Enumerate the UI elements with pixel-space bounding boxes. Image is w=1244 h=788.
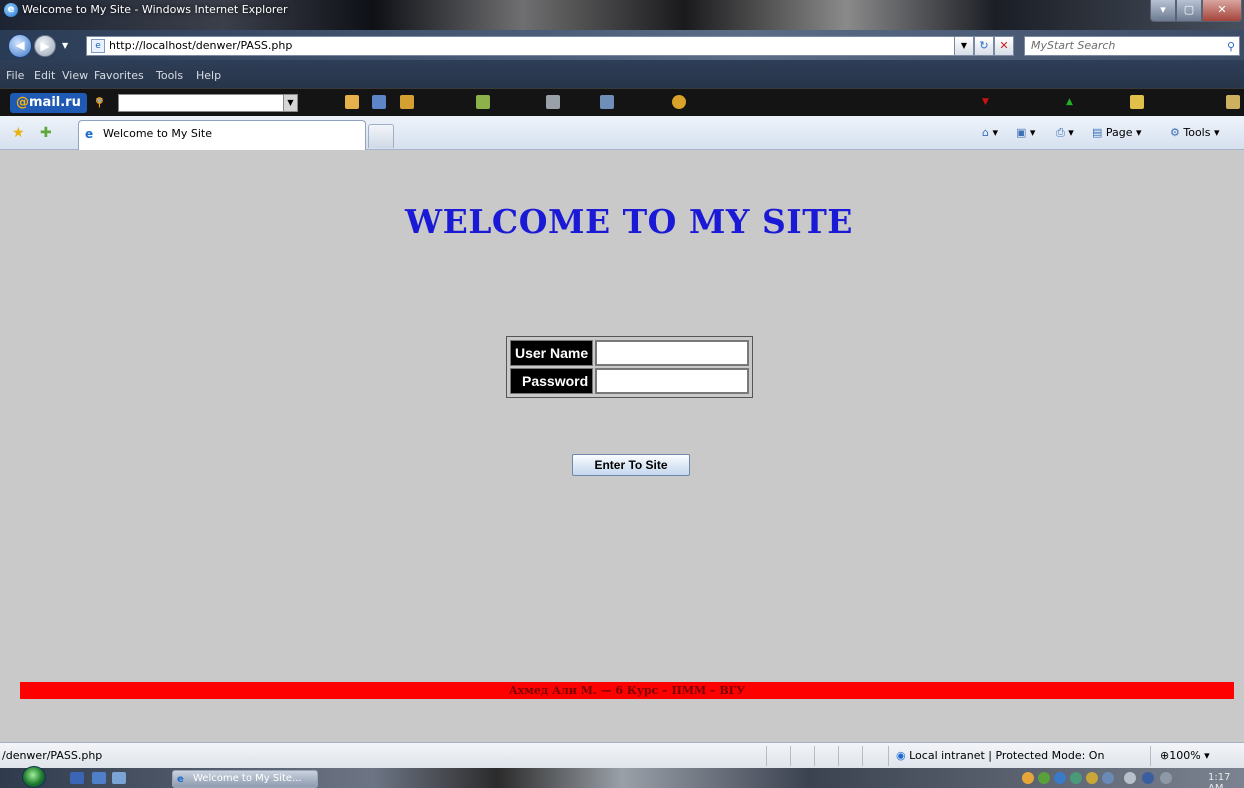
page-title: WELCOME TO MY SITE <box>405 202 853 241</box>
taskbar-item-ie[interactable]: e Welcome to My Site... <box>172 770 318 788</box>
status-bar: /denwer/PASS.php ◉ Local intranet | Prot… <box>0 742 1244 768</box>
address-text: http://localhost/denwer/PASS.php <box>109 39 293 52</box>
security-zone[interactable]: ◉ Local intranet | Protected Mode: On <box>896 749 1104 762</box>
ie-page-icon: e <box>85 127 94 141</box>
footer-bar: Ахмед Али М. — 6 Курс – ПММ – ВГУ <box>20 682 1234 699</box>
status-divider <box>838 746 839 766</box>
feeds-button[interactable]: ▣ ▾ <box>1016 126 1035 139</box>
ie-task-icon: e <box>177 774 184 785</box>
address-field[interactable]: e http://localhost/denwer/PASS.php <box>86 36 964 56</box>
zoom-level[interactable]: ⊕100% ▾ <box>1160 749 1210 762</box>
tray-icon[interactable] <box>1022 772 1034 784</box>
answers-icon[interactable] <box>476 95 490 109</box>
zoom-icon: ⊕ <box>1160 749 1170 762</box>
start-button[interactable] <box>22 766 46 788</box>
search-icon[interactable]: ⚲ <box>1227 38 1235 56</box>
menu-favorites[interactable]: Favorites <box>94 69 144 82</box>
new-tab-button[interactable] <box>368 124 394 148</box>
page-icon: e <box>91 39 105 53</box>
rate-down-icon: ▼ <box>982 97 989 107</box>
enter-site-button[interactable]: Enter To Site <box>572 454 690 476</box>
refresh-button[interactable]: ↻ <box>974 36 994 56</box>
menu-edit[interactable]: Edit <box>34 69 55 82</box>
tab-label: Welcome to My Site <box>103 127 212 140</box>
switch-windows-icon[interactable] <box>92 772 106 784</box>
tray-icon[interactable] <box>1070 772 1082 784</box>
options-icon[interactable] <box>1226 95 1240 109</box>
username-field[interactable] <box>596 341 749 365</box>
menu-help[interactable]: Help <box>196 69 221 82</box>
mailru-search-input[interactable]: ⚲ ▼ <box>95 94 298 112</box>
tray-icon[interactable] <box>1124 772 1136 784</box>
status-divider <box>814 746 815 766</box>
volume-icon[interactable] <box>1160 772 1172 784</box>
search-input[interactable]: MyStart Search ⚲ <box>1024 36 1240 56</box>
mailru-toolbar: @mail.ru ▼ ⚲ ▼ ▼ ▲ <box>0 88 1244 116</box>
print-button[interactable]: ⎙ ▾ <box>1056 126 1074 140</box>
title-bar: e Welcome to My Site - Windows Internet … <box>0 0 1244 30</box>
show-desktop-icon[interactable] <box>70 772 84 784</box>
status-divider <box>766 746 767 766</box>
tab-welcome[interactable]: e Welcome to My Site <box>78 120 366 150</box>
search-placeholder: MyStart Search <box>1031 39 1116 52</box>
games-icon[interactable] <box>672 95 686 109</box>
weather-icon[interactable] <box>1130 95 1144 109</box>
password-field[interactable] <box>596 369 749 393</box>
page-menu-icon: ▤ <box>1092 126 1103 139</box>
forward-button[interactable]: ▶ <box>34 35 56 57</box>
address-dropdown-button[interactable]: ▼ <box>954 36 974 56</box>
favorites-center-icon[interactable]: ★ <box>12 125 25 141</box>
tab-row: ★ ✚ e Welcome to My Site ⌂ ▾ ▣ ▾ ⎙ ▾ ▤ P… <box>0 116 1244 150</box>
tray-icon[interactable] <box>1102 772 1114 784</box>
username-label: User Name <box>510 340 594 366</box>
status-divider <box>1150 746 1151 766</box>
menu-view[interactable]: View <box>62 69 88 82</box>
mailru-search-icon: ⚲ <box>95 95 104 109</box>
tray-icon[interactable] <box>1086 772 1098 784</box>
status-divider <box>862 746 863 766</box>
mailru-search-dropdown-icon[interactable]: ▼ <box>283 95 297 111</box>
feeds-icon: ▣ <box>1016 126 1027 139</box>
recent-pages-dropdown-icon[interactable]: ▼ <box>62 41 68 50</box>
login-form: User Name Password <box>506 336 754 398</box>
video-icon[interactable] <box>600 95 614 109</box>
rate-up-icon: ▲ <box>1066 97 1073 107</box>
password-label: Password <box>510 368 594 394</box>
window-title: Welcome to My Site - Windows Internet Ex… <box>22 3 288 16</box>
add-favorites-icon[interactable]: ✚ <box>40 125 52 141</box>
menu-bar: File Edit View Favorites Tools Help <box>0 60 1244 88</box>
menu-file[interactable]: File <box>6 69 24 82</box>
ie-logo-icon: e <box>4 3 18 17</box>
clock[interactable]: 1:17 AM <box>1208 772 1244 788</box>
home-button[interactable]: ⌂ ▾ <box>982 126 998 139</box>
mailru-logo[interactable]: @mail.ru <box>10 93 87 113</box>
back-button[interactable]: ◀ <box>8 34 32 58</box>
status-divider <box>888 746 889 766</box>
maximize-button[interactable]: ▢ <box>1176 0 1202 22</box>
search-page-icon[interactable] <box>372 95 386 109</box>
stop-button[interactable]: ✕ <box>994 36 1014 56</box>
close-button[interactable]: ✕ <box>1202 0 1242 22</box>
status-divider <box>790 746 791 766</box>
home-icon: ⌂ <box>982 126 989 139</box>
menu-tools[interactable]: Tools <box>156 69 183 82</box>
gear-icon: ⚙ <box>1170 126 1180 139</box>
tray-icon[interactable] <box>1054 772 1066 784</box>
page-viewport: WELCOME TO MY SITE User Name Password En… <box>0 150 1244 742</box>
photo-icon[interactable] <box>546 95 560 109</box>
minimize-button[interactable]: ▾ <box>1150 0 1176 22</box>
taskbar: e Welcome to My Site... 1:17 AM <box>0 766 1244 788</box>
page-menu-button[interactable]: ▤ Page ▾ <box>1092 126 1142 139</box>
address-row: ◀ ▶ ▼ e http://localhost/denwer/PASS.php… <box>0 30 1244 60</box>
intranet-icon: ◉ <box>896 749 906 762</box>
quicklaunch-ie-icon[interactable] <box>112 772 126 784</box>
pencil-icon[interactable] <box>345 95 359 109</box>
status-url: /denwer/PASS.php <box>2 749 103 762</box>
print-icon: ⎙ <box>1056 126 1065 139</box>
network-icon[interactable] <box>1142 772 1154 784</box>
people-icon[interactable] <box>400 95 414 109</box>
tools-menu-button[interactable]: ⚙ Tools ▾ <box>1170 126 1220 139</box>
tray-icon[interactable] <box>1038 772 1050 784</box>
